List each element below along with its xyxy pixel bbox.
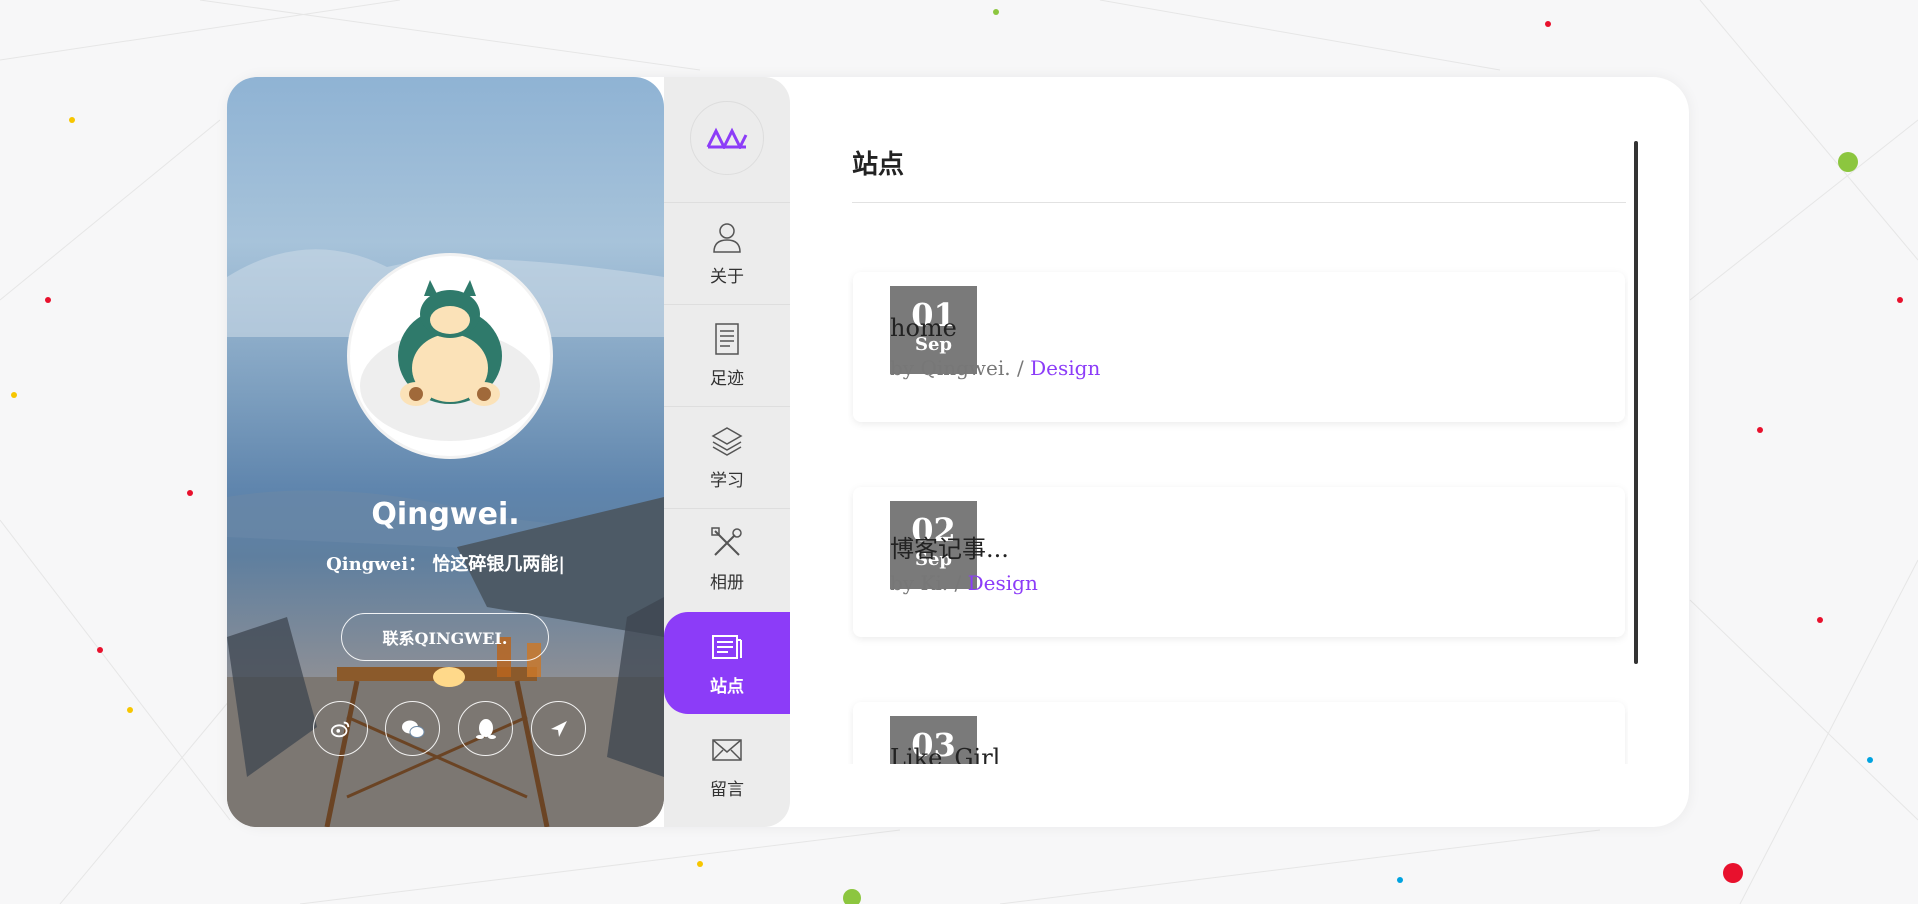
post-title[interactable]: 博客记事... — [890, 529, 1009, 564]
send-icon — [550, 720, 567, 737]
profile-panel: Qingwei. Qingwei： 恰这碎银几两能| 联系QINGWEI. — [227, 77, 664, 827]
post-author: by Qingwei. / — [890, 356, 1031, 380]
qq-link[interactable] — [458, 701, 513, 756]
profile-name: Qingwei. — [371, 497, 520, 532]
post-author: by Ki. / — [890, 571, 968, 595]
weibo-icon — [330, 721, 349, 737]
post-card[interactable]: 02 Sep 博客记事... by Ki. / Design — [853, 487, 1625, 637]
wechat-icon — [401, 720, 424, 738]
nav-item-about[interactable]: 关于 — [664, 202, 790, 304]
nav-item-message[interactable]: 留言 — [664, 715, 790, 817]
layers-icon — [711, 427, 743, 456]
nav-label: 学习 — [710, 471, 744, 491]
post-card[interactable]: 01 Sep home by Qingwei. / Design — [853, 272, 1625, 422]
nav-item-study[interactable]: 学习 — [664, 406, 790, 508]
nav-label: 留言 — [710, 779, 744, 800]
scrollbar[interactable] — [1634, 141, 1638, 664]
send-link[interactable] — [531, 701, 586, 756]
post-category[interactable]: Design — [968, 571, 1038, 595]
nav-item-footprint[interactable]: 足迹 — [664, 304, 790, 406]
wechat-link[interactable] — [385, 701, 440, 756]
document-icon — [715, 323, 739, 355]
post-title[interactable]: home — [890, 314, 957, 342]
contact-button[interactable]: 联系QINGWEI. — [341, 613, 549, 661]
site-logo-icon — [706, 127, 748, 149]
profile-motto: Qingwei： 恰这碎银几两能| — [326, 554, 565, 575]
user-icon — [713, 223, 741, 253]
weibo-link[interactable] — [313, 701, 368, 756]
post-meta: by Qingwei. / Design — [890, 356, 1100, 380]
nav-label: 足迹 — [710, 369, 744, 389]
nav-item-album[interactable]: 相册 — [664, 508, 790, 610]
avatar — [347, 253, 553, 459]
post-category[interactable]: Design — [1030, 356, 1100, 380]
qq-icon — [475, 718, 496, 739]
side-nav: 关于 足迹 学习 相册 站点 留言 — [664, 77, 790, 827]
title-divider — [852, 202, 1626, 203]
nav-label: 相册 — [710, 573, 744, 593]
page-title: 站点 — [852, 150, 905, 180]
post-title[interactable]: Like_Girl — [890, 744, 1000, 764]
nav-label: 关于 — [710, 267, 744, 287]
tools-icon — [711, 527, 742, 556]
mail-icon — [712, 738, 742, 761]
post-list: 01 Sep home by Qingwei. / Design 02 Sep … — [848, 262, 1628, 764]
nav-label: 站点 — [710, 676, 744, 697]
post-card[interactable]: 03 Like_Girl — [853, 702, 1625, 764]
post-meta: by Ki. / Design — [890, 571, 1038, 595]
nav-item-site[interactable]: 站点 — [664, 612, 790, 714]
news-icon — [712, 634, 742, 659]
social-links — [313, 701, 586, 759]
site-logo[interactable] — [690, 101, 764, 175]
